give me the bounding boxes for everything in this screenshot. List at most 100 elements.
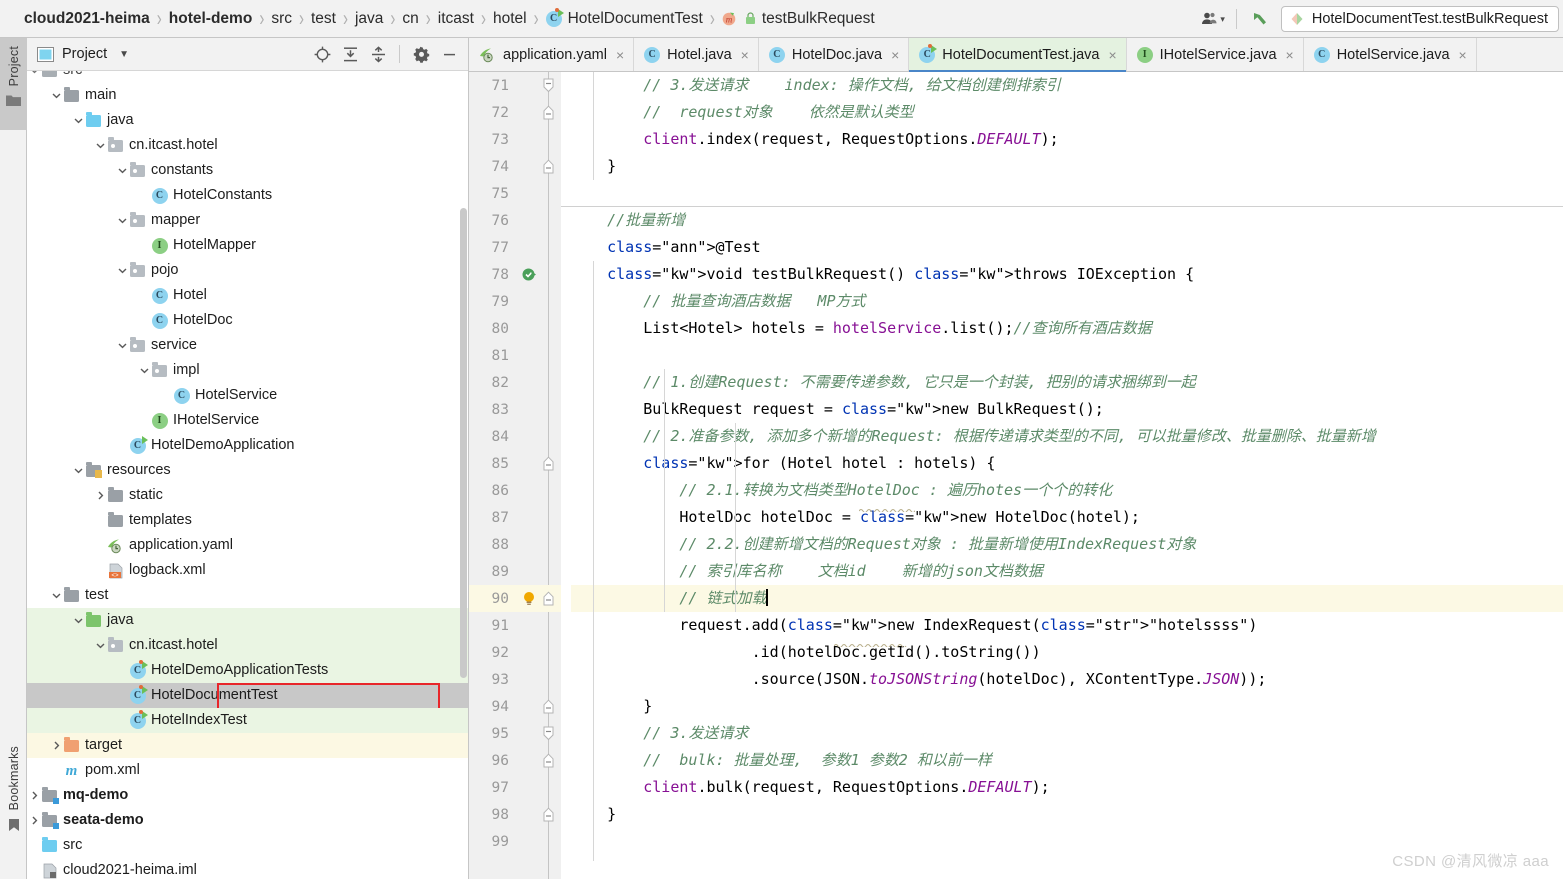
breadcrumb-item-test[interactable]: test xyxy=(305,10,342,28)
code-line[interactable]: } xyxy=(571,693,1563,720)
chevron-right-icon[interactable] xyxy=(27,789,41,803)
navigate-back-icon[interactable] xyxy=(1245,6,1273,32)
chevron-down-icon[interactable] xyxy=(115,214,129,228)
fold-marker-icon[interactable] xyxy=(541,159,556,174)
close-icon[interactable]: × xyxy=(616,47,624,63)
tree-node[interactable]: m pom.xml xyxy=(27,758,468,783)
chevron-down-icon[interactable]: ▼ xyxy=(119,49,129,60)
tree-node[interactable]: src xyxy=(27,71,468,83)
run-configuration-selector[interactable]: HotelDocumentTest.testBulkRequest xyxy=(1280,6,1559,32)
tree-node[interactable]: main xyxy=(27,83,468,108)
code-line[interactable]: List<Hotel> hotels = hotelService.list()… xyxy=(571,315,1563,342)
chevron-down-icon[interactable] xyxy=(27,71,41,78)
editor-tab-hoteldoc-java[interactable]: C HotelDoc.java × xyxy=(759,38,910,71)
breadcrumb-item-cn[interactable]: cn xyxy=(396,10,424,28)
tree-node[interactable]: mapper xyxy=(27,208,468,233)
tree-node[interactable]: java xyxy=(27,608,468,633)
tree-node[interactable]: src xyxy=(27,833,468,858)
code-line[interactable]: .id(hotelDoc.getId().toString()) xyxy=(571,639,1563,666)
code-line[interactable]: // 3.发送请求 index: 操作文档, 给文档创建倒排索引 xyxy=(571,72,1563,99)
tree-node[interactable]: cn.itcast.hotel xyxy=(27,133,468,158)
tree-node[interactable]: impl xyxy=(27,358,468,383)
close-icon[interactable]: × xyxy=(1459,47,1467,63)
code-line[interactable]: client.index(request, RequestOptions.DEF… xyxy=(571,126,1563,153)
breadcrumb-item-hoteldocumenttest[interactable]: C HotelDocumentTest xyxy=(540,7,709,28)
project-tree[interactable]: srcmainjavacn.itcast.hotelconstantsCHote… xyxy=(27,71,468,879)
tree-node[interactable]: pojo xyxy=(27,258,468,283)
code-line[interactable] xyxy=(571,342,1563,369)
code-line[interactable]: class="kw">for (Hotel hotel : hotels) { xyxy=(571,450,1563,477)
account-icon[interactable]: ▾ xyxy=(1197,8,1228,30)
code-line[interactable]: client.bulk(request, RequestOptions.DEFA… xyxy=(571,774,1563,801)
chevron-down-icon[interactable] xyxy=(49,589,63,603)
project-tree-scrollbar[interactable] xyxy=(460,208,467,678)
fold-marker-icon[interactable] xyxy=(541,78,556,93)
code-line[interactable]: // 2.1.转换为文档类型HotelDoc : 遍历hotes一个个的转化 xyxy=(571,477,1563,504)
tree-node[interactable]: cloud2021-heima.iml xyxy=(27,858,468,879)
expand-all-icon[interactable] xyxy=(341,45,359,63)
code-line[interactable]: // request对象 依然是默认类型 xyxy=(571,99,1563,126)
tree-node[interactable]: C HotelService xyxy=(27,383,468,408)
tree-node[interactable]: C HotelDoc xyxy=(27,308,468,333)
fold-marker-icon[interactable] xyxy=(541,753,556,768)
chevron-down-icon[interactable] xyxy=(71,464,85,478)
fold-marker-icon[interactable] xyxy=(541,699,556,714)
chevron-down-icon[interactable] xyxy=(71,614,85,628)
chevron-down-icon[interactable] xyxy=(115,339,129,353)
fold-marker-icon[interactable] xyxy=(541,456,556,471)
tree-node[interactable]: java xyxy=(27,108,468,133)
close-icon[interactable]: × xyxy=(1108,47,1116,63)
chevron-down-icon[interactable] xyxy=(71,114,85,128)
code-line[interactable]: // 批量查询酒店数据 MP方式 xyxy=(571,288,1563,315)
code-line[interactable]: class="ann">@Test xyxy=(571,234,1563,261)
chevron-down-icon[interactable] xyxy=(49,89,63,103)
code-line[interactable]: // 链式加载 xyxy=(561,585,1563,612)
code-line[interactable] xyxy=(571,180,1563,207)
code-line[interactable]: // bulk: 批量处理, 参数1 参数2 和以前一样 xyxy=(571,747,1563,774)
tree-node[interactable]: mq-demo xyxy=(27,783,468,808)
tree-node[interactable]: target xyxy=(27,733,468,758)
editor-tab-hotel-java[interactable]: C Hotel.java × xyxy=(634,38,759,71)
chevron-down-icon[interactable] xyxy=(93,639,107,653)
code-line[interactable]: // 3.发送请求 xyxy=(571,720,1563,747)
code-line[interactable]: HotelDoc hotelDoc = class="kw">new Hotel… xyxy=(571,504,1563,531)
code-line[interactable]: } xyxy=(571,801,1563,828)
tree-node[interactable]: cn.itcast.hotel xyxy=(27,633,468,658)
tree-node[interactable]: resources xyxy=(27,458,468,483)
tool-tab-structure[interactable]: ucture xyxy=(0,873,27,879)
close-icon[interactable]: × xyxy=(891,47,899,63)
chevron-right-icon[interactable] xyxy=(93,489,107,503)
tree-node[interactable]: test xyxy=(27,583,468,608)
tree-node[interactable]: <> logback.xml xyxy=(27,558,468,583)
tree-node[interactable]: I IHotelService xyxy=(27,408,468,433)
fold-marker-icon[interactable] xyxy=(541,726,556,741)
code-line[interactable]: } xyxy=(571,153,1563,180)
chevron-down-icon[interactable] xyxy=(115,164,129,178)
tree-node[interactable]: templates xyxy=(27,508,468,533)
code-line[interactable]: // 索引库名称 文档id 新增的json文档数据 xyxy=(571,558,1563,585)
code-line[interactable]: class="kw">void testBulkRequest() class=… xyxy=(571,261,1563,288)
code-line[interactable]: // 2.准备参数, 添加多个新增的Request: 根据传递请求类型的不同, … xyxy=(571,423,1563,450)
code-line[interactable]: .source(JSON.toJSONString(hotelDoc), XCo… xyxy=(571,666,1563,693)
breadcrumb-item-hotel[interactable]: hotel xyxy=(487,10,533,28)
chevron-right-icon[interactable] xyxy=(27,814,41,828)
tree-node[interactable]: C HotelDemoApplication xyxy=(27,433,468,458)
tree-node[interactable]: static xyxy=(27,483,468,508)
account-caret-icon[interactable]: ▾ xyxy=(1220,14,1225,25)
tree-node[interactable]: C HotelDemoApplicationTests xyxy=(27,658,468,683)
editor-tab-ihotelservice-java[interactable]: I IHotelService.java × xyxy=(1127,38,1304,71)
chevron-down-icon[interactable] xyxy=(137,364,151,378)
breadcrumb-item-src[interactable]: src xyxy=(265,10,298,28)
code-line[interactable]: //批量新增 xyxy=(561,206,1563,234)
tree-node[interactable]: C HotelIndexTest xyxy=(27,708,468,733)
code-line[interactable]: // 2.2.创建新增文档的Request对象 : 批量新增使用IndexReq… xyxy=(571,531,1563,558)
tree-node[interactable]: C HotelConstants xyxy=(27,183,468,208)
breadcrumb-item-itcast[interactable]: itcast xyxy=(432,10,480,28)
code-line[interactable]: request.add(class="kw">new IndexRequest(… xyxy=(571,612,1563,639)
editor-gutter[interactable]: 71 72 73 74 75 76 77 78 79 80 81 82 83 84 85 86 87 88 89 90… xyxy=(469,72,561,879)
fold-marker-icon[interactable] xyxy=(541,105,556,120)
settings-gear-icon[interactable] xyxy=(412,45,430,63)
breadcrumb-item-hotel-demo[interactable]: hotel-demo xyxy=(163,10,259,28)
tree-node[interactable]: C Hotel xyxy=(27,283,468,308)
tree-node[interactable]: I HotelMapper xyxy=(27,233,468,258)
